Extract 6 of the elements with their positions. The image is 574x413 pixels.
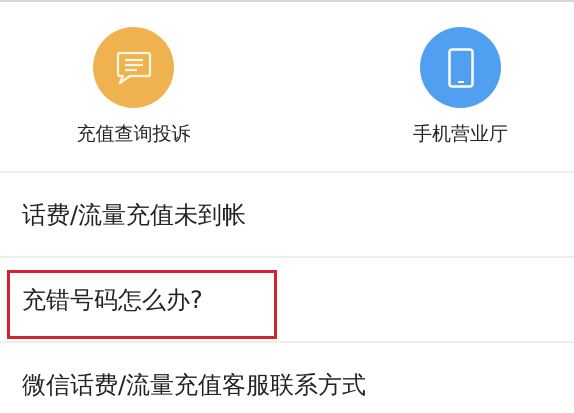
shortcut-label[interactable]: 手机营业厅 <box>413 122 508 146</box>
shortcut-label[interactable]: 充值查询投诉 <box>76 122 190 146</box>
menu-item[interactable]: 话费/流量充值未到帐 <box>22 200 246 230</box>
phone-icon <box>448 48 474 88</box>
menu-item[interactable]: 充错号码怎么办? <box>22 284 203 314</box>
menu-item[interactable]: 微信话费/流量充值客服联系方式 <box>22 370 366 400</box>
